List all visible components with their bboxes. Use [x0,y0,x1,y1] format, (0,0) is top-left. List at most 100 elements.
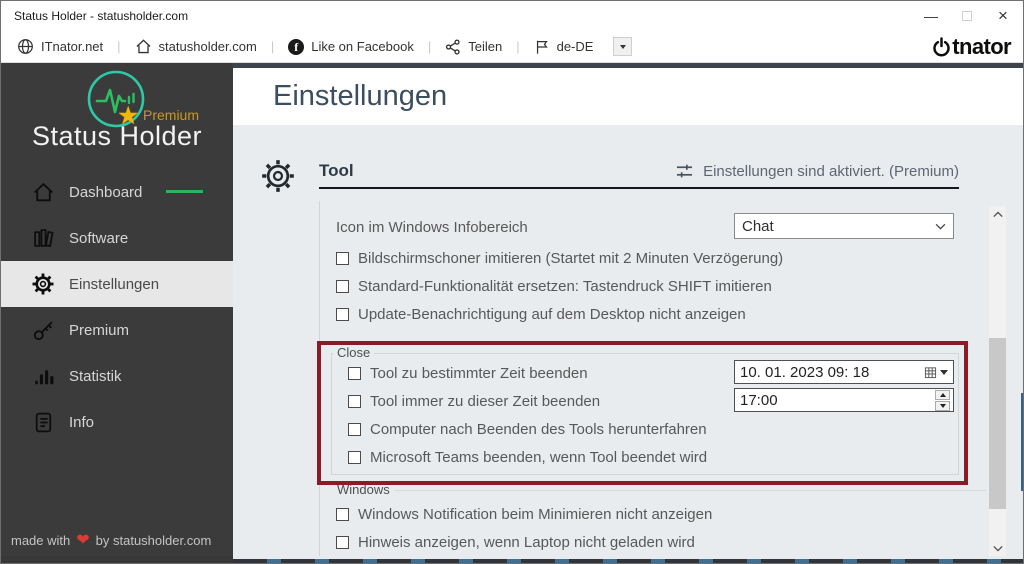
section-gear-icon [259,157,297,195]
main-content: Einstellungen Tool Einstellungen sind ak… [233,63,1024,558]
scrollbar-thumb[interactable] [989,338,1006,509]
scroll-down-button[interactable] [989,540,1006,557]
section-title: Tool [319,161,354,181]
window-title: Status Holder - statusholder.com [1,9,913,23]
footer-text: made with [11,533,70,548]
tray-icon-value: Chat [742,218,774,235]
globe-icon [17,38,34,55]
toolbar-link-label: Teilen [468,39,502,54]
minimize-icon: — [924,8,938,24]
app-window: Status Holder - statusholder.com — × ITn… [0,0,1024,564]
dashboard-active-indicator [166,190,203,193]
checkbox-row-notification[interactable]: Windows Notification beim Minimieren nic… [336,506,712,523]
checkbox-label: Windows Notification beim Minimieren nic… [358,506,712,523]
checkbox-row-shift[interactable]: Standard-Funktionalität ersetzen: Tasten… [336,278,772,295]
tray-icon-select[interactable]: Chat [734,213,954,239]
checkbox-icon [348,367,361,380]
checkbox-icon [348,395,361,408]
checkbox-label: Update-Benachrichtigung auf dem Desktop … [358,306,746,323]
language-selector[interactable]: de-DE [530,37,598,57]
sidebar-item-premium[interactable]: Premium [1,307,233,353]
sidebar-item-info[interactable]: Info [1,399,233,445]
sidebar: ★ Premium Status Holder Dashboard Softwa… [1,63,233,558]
datetime-value: 10. 01. 2023 09: 18 [740,364,869,381]
page-title: Einstellungen [233,80,447,113]
checkbox-label: Standard-Funktionalität ersetzen: Tasten… [358,278,772,295]
settings-status: Einstellungen sind aktiviert. (Premium) [675,163,959,180]
brand-logo[interactable]: tnator [932,36,1011,58]
brand-text: tnator [952,36,1011,58]
checkbox-row-quit-daily[interactable]: Tool immer zu dieser Zeit beenden [348,393,600,410]
window-titlebar: Status Holder - statusholder.com — × [1,1,1023,31]
caret-down-icon[interactable] [940,370,948,375]
maximize-button[interactable] [949,2,985,31]
bar-chart-icon [31,365,55,388]
taskbar-strip-left [1,556,233,563]
chevron-down-icon [993,545,1003,552]
time-value: 17:00 [740,392,778,409]
toolbar-link-facebook[interactable]: f Like on Facebook [284,37,418,57]
toolbar-link-teilen[interactable]: Teilen [441,37,506,57]
checkbox-icon [336,508,349,521]
toolbar-separator: | [271,39,274,54]
checkbox-icon [348,423,361,436]
caret-down-icon [940,404,946,408]
sidebar-item-software[interactable]: Software [1,215,233,261]
checkbox-label: Tool zu bestimmter Zeit beenden [370,365,588,382]
spinner-up-button[interactable] [935,390,950,400]
language-dropdown-button[interactable] [613,37,632,56]
toolbar-link-itnator[interactable]: ITnator.net [13,36,107,57]
checkbox-row-screensaver[interactable]: Bildschirmschoner imitieren (Startet mit… [336,250,783,267]
sidebar-item-statistik[interactable]: Statistik [1,353,233,399]
sidebar-item-label: Info [69,414,94,431]
windows-group-title: Windows [333,482,394,497]
share-icon [445,39,461,55]
toolbar: ITnator.net | statusholder.com | f Like … [1,31,1023,63]
taskbar-strip-segments [233,559,1024,563]
sidebar-footer: made with ❤ by statusholder.com [11,530,211,550]
datetime-input[interactable]: 10. 01. 2023 09: 18 [734,360,954,384]
sidebar-item-label: Statistik [69,368,122,385]
content-header: Einstellungen [233,68,1024,125]
sidebar-item-einstellungen[interactable]: Einstellungen [1,261,233,307]
checkbox-icon [336,252,349,265]
toolbar-link-statusholder[interactable]: statusholder.com [131,36,261,57]
scrollbar[interactable] [989,206,1006,557]
checkbox-icon [336,536,349,549]
footer-text: by statusholder.com [96,533,212,548]
calendar-icon [924,366,937,379]
caret-down-icon [620,45,626,49]
checkbox-row-shutdown[interactable]: Computer nach Beenden des Tools herunter… [348,421,707,438]
heart-icon: ❤ [76,530,89,550]
toolbar-link-label: Like on Facebook [311,39,414,54]
sidebar-item-label: Dashboard [69,184,142,201]
language-label: de-DE [557,39,594,54]
background-taskbar-strip [1,556,1023,563]
toolbar-link-label: statusholder.com [159,39,257,54]
checkbox-row-laptop-charge[interactable]: Hinweis anzeigen, wenn Laptop nicht gela… [336,534,695,551]
time-input[interactable]: 17:00 [734,388,954,412]
sidebar-item-label: Premium [69,322,129,339]
checkbox-row-update[interactable]: Update-Benachrichtigung auf dem Desktop … [336,306,746,323]
checkbox-label: Tool immer zu dieser Zeit beenden [370,393,600,410]
sidebar-item-label: Einstellungen [69,276,159,293]
checkbox-icon [336,308,349,321]
sidebar-item-dashboard[interactable]: Dashboard [1,169,233,215]
close-icon: × [998,6,1008,26]
document-icon [31,411,55,434]
flag-icon [534,39,550,55]
scroll-up-button[interactable] [989,206,1006,223]
checkbox-row-teams[interactable]: Microsoft Teams beenden, wenn Tool beend… [348,449,707,466]
checkbox-row-quit-at-time[interactable]: Tool zu bestimmter Zeit beenden [348,365,588,382]
books-icon [31,227,55,250]
spinner-down-button[interactable] [935,401,950,411]
power-icon [932,37,951,58]
checkbox-icon [336,280,349,293]
sliders-icon [675,163,694,180]
app-logo: ★ Premium Status Holder [1,63,233,169]
close-button[interactable]: × [985,2,1021,31]
chevron-up-icon [993,211,1003,218]
checkbox-icon [348,451,361,464]
settings-body: Tool Einstellungen sind aktiviert. (Prem… [233,125,1024,558]
minimize-button[interactable]: — [913,2,949,31]
